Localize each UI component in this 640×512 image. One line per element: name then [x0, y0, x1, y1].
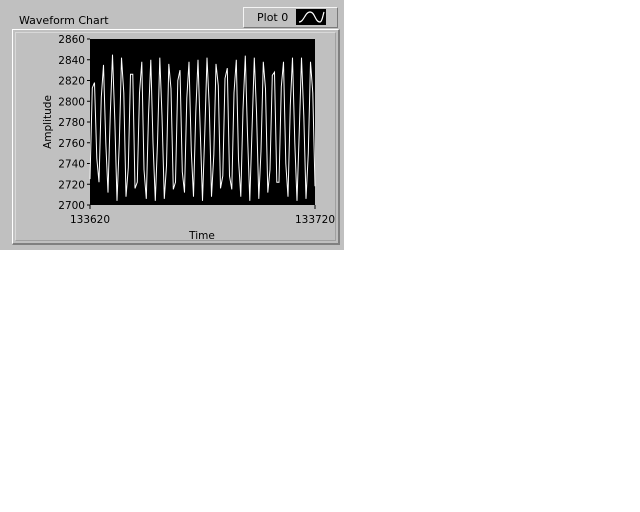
- y-tick-label: 2860: [58, 34, 85, 46]
- plot-area: [90, 39, 315, 205]
- x-axis-title: Time: [188, 230, 215, 242]
- x-tick-label: 133620: [70, 214, 110, 226]
- chart-svg: 2700 2720 2740 2760 2780 2800 2820 2840 2860 133…: [42, 34, 335, 242]
- y-tick-label: 2740: [58, 159, 85, 171]
- y-tick-label: 2720: [58, 179, 85, 191]
- y-tick-label: 2760: [58, 138, 85, 150]
- y-tick-label: 2800: [58, 96, 85, 108]
- x-tick-label: 133720: [295, 214, 335, 226]
- y-tick-label: 2780: [58, 117, 85, 129]
- x-axis: 133620 133720: [70, 205, 335, 226]
- waveform-chart-panel: Waveform Chart Plot 0 2700 2720 2740 2760 27…: [0, 0, 344, 250]
- y-tick-label: 2700: [58, 200, 85, 212]
- y-tick-label: 2840: [58, 55, 85, 67]
- y-axis-title: Amplitude: [42, 95, 54, 149]
- y-axis: 2700 2720 2740 2760 2780 2800 2820 2840 2860: [58, 34, 90, 212]
- y-tick-label: 2820: [58, 76, 85, 88]
